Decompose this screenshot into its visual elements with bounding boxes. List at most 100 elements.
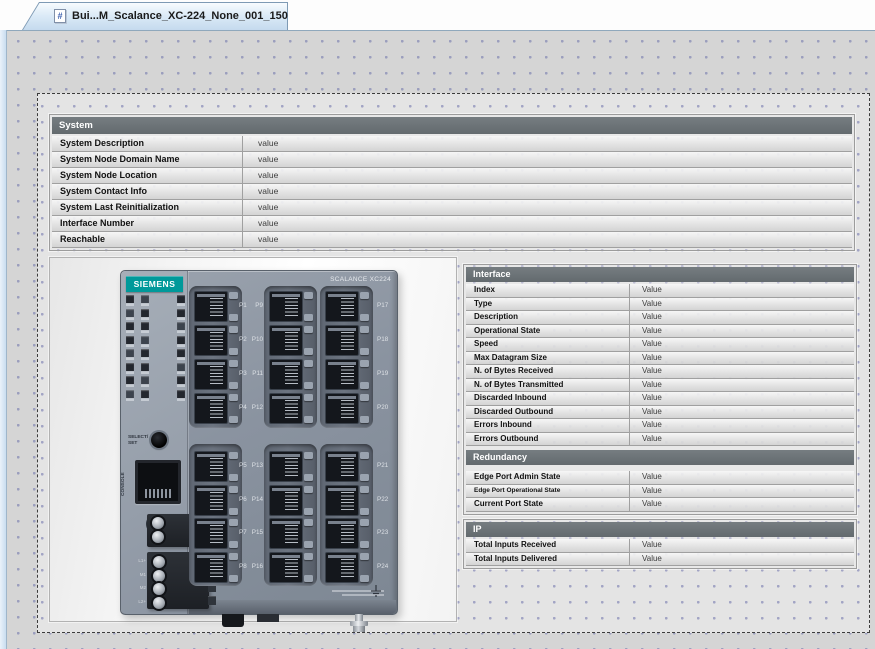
rj45-port bbox=[194, 518, 228, 549]
row-value: Value bbox=[629, 311, 854, 324]
port-latch bbox=[360, 360, 369, 367]
led-tiny-label bbox=[177, 318, 185, 320]
port-label: P10 bbox=[252, 336, 263, 343]
port-label: P5 bbox=[239, 462, 247, 469]
port-label: P3 bbox=[239, 370, 247, 377]
row-label: Speed bbox=[466, 338, 629, 351]
row-value: Value bbox=[629, 419, 854, 432]
row-value: value bbox=[242, 184, 852, 199]
tab-bar: # Bui...M_Scalance_XC-224_None_001_150 × bbox=[0, 0, 875, 30]
power-terminal-label: M1 bbox=[133, 572, 146, 577]
row-label: Operational State bbox=[466, 325, 629, 338]
rj45-port bbox=[325, 552, 359, 583]
table-row: Interface Numbervalue bbox=[52, 216, 852, 232]
port-latch bbox=[229, 394, 238, 401]
rj45-port bbox=[269, 393, 303, 424]
table-row: Discarded InboundValue bbox=[466, 392, 854, 406]
port-label: P20 bbox=[377, 404, 388, 411]
console-port bbox=[135, 460, 181, 504]
table-row: System Node Domain Namevalue bbox=[52, 152, 852, 168]
table-row: System Node Locationvalue bbox=[52, 168, 852, 184]
port-label-pair: P3 P11 bbox=[239, 370, 263, 377]
status-led bbox=[141, 363, 149, 371]
ip-table[interactable]: IPTotal Inputs ReceivedValueTotal Inputs… bbox=[463, 519, 857, 569]
led-tiny-label bbox=[177, 331, 185, 333]
table-row: Errors OutboundValue bbox=[466, 433, 854, 447]
port-label: P11 bbox=[252, 370, 263, 377]
port-latch bbox=[229, 382, 238, 389]
led-tiny-label bbox=[177, 304, 185, 306]
row-label: Reachable bbox=[52, 232, 242, 247]
port-label: P14 bbox=[252, 496, 263, 503]
port-label-pair: P1P9 bbox=[239, 302, 263, 309]
table-section-header: IP bbox=[466, 522, 854, 537]
port-label: P8 bbox=[239, 563, 247, 570]
row-value: Value bbox=[629, 498, 854, 511]
status-led bbox=[177, 376, 185, 384]
port-latch bbox=[360, 292, 369, 299]
port-latch bbox=[304, 486, 313, 493]
port-latch bbox=[304, 474, 313, 481]
table-row: Edge Port Admin StateValue bbox=[466, 471, 854, 485]
rj45-port bbox=[194, 451, 228, 482]
row-label: Description bbox=[466, 311, 629, 324]
port-label: P13 bbox=[252, 462, 263, 469]
table-section-header: System bbox=[52, 117, 852, 134]
status-led bbox=[141, 390, 149, 398]
row-label: Discarded Outbound bbox=[466, 406, 629, 419]
row-value: Value bbox=[629, 365, 854, 378]
device-image-group[interactable]: SIEMENS SCALANCE XC224 SELECT/ SET CONSO… bbox=[49, 257, 457, 622]
table-row: Errors InboundValue bbox=[466, 419, 854, 433]
status-led bbox=[126, 376, 134, 384]
selection-marquee[interactable]: SystemSystem DescriptionvalueSystem Node… bbox=[37, 93, 870, 633]
screen-canvas[interactable]: SystemSystem DescriptionvalueSystem Node… bbox=[7, 30, 875, 649]
editor-tab[interactable]: # Bui...M_Scalance_XC-224_None_001_150 × bbox=[22, 2, 288, 30]
led-tiny-label bbox=[126, 399, 134, 401]
row-label: System Node Domain Name bbox=[52, 152, 242, 167]
table-row: TypeValue bbox=[466, 298, 854, 312]
port-column-recess bbox=[320, 444, 373, 586]
port-label: P22 bbox=[377, 496, 388, 503]
rj45-port bbox=[194, 485, 228, 516]
led-tiny-label bbox=[177, 372, 185, 374]
system-table[interactable]: SystemSystem DescriptionvalueSystem Node… bbox=[49, 114, 855, 251]
rj45-port bbox=[325, 451, 359, 482]
port-label: P15 bbox=[252, 529, 263, 536]
status-led bbox=[177, 390, 185, 398]
interface-table[interactable]: InterfaceIndexValueTypeValueDescriptionV… bbox=[463, 264, 857, 515]
port-latch bbox=[229, 326, 238, 333]
row-label: Type bbox=[466, 298, 629, 311]
row-label: Interface Number bbox=[52, 216, 242, 231]
port-label-pair: P7P15 bbox=[239, 529, 263, 536]
led-tiny-label bbox=[141, 331, 149, 333]
port-latch bbox=[360, 519, 369, 526]
port-label: P17 bbox=[377, 302, 388, 309]
row-value: value bbox=[242, 232, 852, 247]
table-row: SpeedValue bbox=[466, 338, 854, 352]
din-rail-clip-small bbox=[257, 614, 279, 622]
port-latch bbox=[229, 474, 238, 481]
rj45-port bbox=[269, 552, 303, 583]
rj45-port bbox=[325, 393, 359, 424]
port-latch bbox=[229, 416, 238, 423]
status-led bbox=[141, 309, 149, 317]
rj45-port bbox=[269, 451, 303, 482]
table-row: IndexValue bbox=[466, 284, 854, 298]
port-latch bbox=[360, 541, 369, 548]
port-latch bbox=[360, 452, 369, 459]
port-column-recess bbox=[320, 286, 373, 428]
rj45-port bbox=[194, 291, 228, 322]
close-icon[interactable]: × bbox=[296, 10, 304, 23]
rj45-port bbox=[194, 359, 228, 390]
port-label: P21 bbox=[377, 462, 388, 469]
row-value: Value bbox=[629, 433, 854, 446]
window-left-edge bbox=[0, 30, 7, 649]
port-label: P1 bbox=[239, 302, 247, 309]
row-value: Value bbox=[629, 392, 854, 405]
port-latch bbox=[229, 575, 238, 582]
row-label: Index bbox=[466, 284, 629, 297]
status-led bbox=[126, 390, 134, 398]
port-latch bbox=[360, 394, 369, 401]
row-value: value bbox=[242, 168, 852, 183]
port-label-pair: P2P10 bbox=[239, 336, 263, 343]
